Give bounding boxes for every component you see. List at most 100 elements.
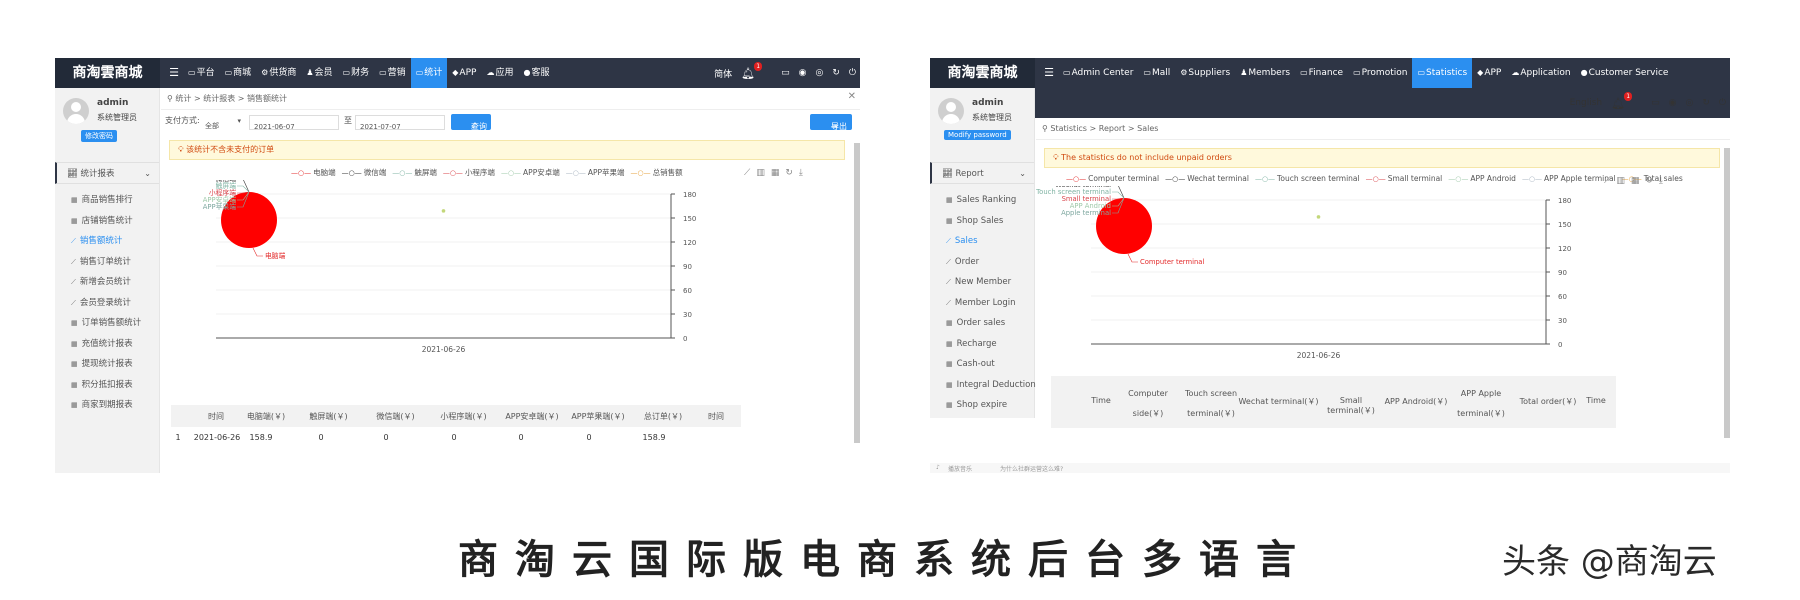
sidebar-item-recharge[interactable]: ▦ 充值统计报表 (55, 334, 159, 355)
nav-application[interactable]: ☁Application (1506, 58, 1575, 88)
sidebar-item-sales-ranking[interactable]: ▦ 商品销售排行 (55, 190, 159, 211)
nav-finance[interactable]: ▭Finance (1295, 58, 1348, 88)
power-icon[interactable]: ⏻ (1719, 98, 1726, 108)
sidebar-item-recharge[interactable]: ▦ Recharge (930, 334, 1034, 355)
nav-members[interactable]: ♟Members (1235, 58, 1295, 88)
breadcrumb-item[interactable]: 统计 (175, 94, 191, 103)
nav-app[interactable]: ◆APP (1472, 58, 1506, 88)
nav-admin-center[interactable]: ▭Admin Center (1058, 58, 1138, 88)
data-view-icon[interactable]: ▦ (1631, 176, 1640, 186)
payment-select[interactable]: 全部 ▾ (201, 115, 243, 130)
sidebar-item-new-member[interactable]: ⟋ New Member (930, 272, 1034, 293)
nav-members[interactable]: ♟会员 (301, 58, 337, 88)
sidebar-item-integral-deduction[interactable]: ▦ Integral Deduction (930, 375, 1036, 396)
bar-chart-icon[interactable]: ▥ (756, 168, 765, 178)
sidebar-item-sales[interactable]: ⟋ 销售额统计 (55, 231, 159, 252)
nav-finance[interactable]: ▭财务 (338, 58, 375, 88)
nav-mall[interactable]: ▭商城 (220, 58, 257, 88)
sidebar-item-shop-sales[interactable]: ▦ 店铺销售统计 (55, 211, 159, 232)
change-password-button[interactable]: 修改密码 (81, 130, 117, 142)
nav-suppliers[interactable]: ⚙Suppliers (1175, 58, 1235, 88)
bell-icon[interactable]: 🔔︎ 1 (1611, 91, 1633, 110)
legend-item[interactable]: —○— Wechat terminal (1165, 174, 1249, 183)
refresh-icon[interactable]: ↻ (1702, 98, 1710, 108)
nav-promotion[interactable]: ▭营销 (374, 58, 411, 88)
sidebar-item-shop-expire[interactable]: ▦ Shop expire (930, 395, 1034, 416)
data-view-icon[interactable]: ▦ (771, 168, 780, 178)
legend-item[interactable]: —○— 触屏端 (392, 167, 437, 178)
nav-mall[interactable]: ▭Mall (1138, 58, 1175, 88)
scrollbar[interactable] (854, 143, 860, 443)
taskbar-text[interactable]: 为什么社群运营这么难? (1000, 464, 1063, 473)
export-button[interactable]: ⇥ 导出 (810, 114, 852, 131)
breadcrumb-item[interactable]: 统计报表 (203, 94, 235, 103)
nav-statistics[interactable]: ▭Statistics (1412, 58, 1473, 88)
nav-application[interactable]: ☁应用 (481, 58, 518, 88)
sidebar-group-report[interactable]: 📈︎ 统计报表 ⌄ (55, 162, 159, 184)
scrollbar[interactable] (1724, 148, 1730, 438)
end-date-input[interactable]: 2021-07-07 (355, 115, 445, 131)
language-switch[interactable]: English (1570, 98, 1603, 108)
start-date-input[interactable]: 2021-06-07 (249, 115, 339, 131)
eye-icon[interactable]: ◎ (815, 68, 823, 78)
legend-item[interactable]: —○— Touch screen terminal (1255, 174, 1360, 183)
music-icon[interactable]: ♪ (936, 464, 940, 471)
taskbar-text[interactable]: 播放音乐 (948, 464, 972, 473)
legend-item[interactable]: —○— 微信端 (342, 167, 387, 178)
sidebar-item-order-sales[interactable]: ▦ Order sales (930, 313, 1034, 334)
sidebar-item-order[interactable]: ⟋ 销售订单统计 (55, 252, 159, 273)
restore-icon[interactable]: ↻ (1645, 176, 1653, 186)
breadcrumb-item[interactable]: Report (1099, 124, 1126, 133)
legend-item[interactable]: —○— 电脑端 (291, 167, 336, 178)
line-chart-icon[interactable]: ⟋ (1604, 176, 1610, 186)
palette-icon[interactable]: ◉ (1669, 98, 1677, 108)
palette-icon[interactable]: ◉ (799, 68, 807, 78)
sidebar-item-order-sales[interactable]: ▦ 订单销售额统计 (55, 313, 159, 334)
sidebar-item-sales[interactable]: ⟋ Sales (930, 231, 1034, 252)
nav-customer-service[interactable]: ●客服 (518, 58, 554, 88)
modify-password-button[interactable]: Modify password (944, 130, 1011, 140)
nav-platform[interactable]: ▭平台 (183, 58, 220, 88)
sidebar-item-member-login[interactable]: ⟋ Member Login (930, 293, 1034, 314)
bell-icon[interactable]: 🔔︎ 1 (741, 61, 763, 80)
legend-item[interactable]: —○— Computer terminal (1066, 174, 1159, 183)
sidebar-item-integral-deduction[interactable]: ▦ 积分抵扣报表 (55, 375, 159, 396)
legend-item[interactable]: —○— APP安卓端 (501, 167, 560, 178)
nav-customer-service[interactable]: ●Customer Service (1576, 58, 1674, 88)
nav-app[interactable]: ◆APP (447, 58, 481, 88)
sidebar-item-member-login[interactable]: ⟋ 会员登录统计 (55, 293, 159, 314)
sidebar-group-report[interactable]: 📈︎ Report ⌄ (930, 162, 1034, 184)
breadcrumb-item[interactable]: Statistics (1050, 124, 1087, 133)
legend-item[interactable]: —○— APP苹果端 (566, 167, 625, 178)
eye-icon[interactable]: ◎ (1685, 98, 1693, 108)
line-chart-icon[interactable]: ⟋ (744, 168, 750, 178)
query-button[interactable]: ⌕ 查询 (451, 114, 491, 131)
sidebar-item-new-member[interactable]: ⟋ 新增会员统计 (55, 272, 159, 293)
refresh-icon[interactable]: ↻ (832, 68, 840, 78)
sidebar-item-cash-out[interactable]: ▦ 提现统计报表 (55, 354, 159, 375)
sidebar-item-shop-sales[interactable]: ▦ Shop Sales (930, 211, 1034, 232)
legend-item[interactable]: —○— APP Apple terminal (1522, 174, 1616, 183)
close-icon[interactable]: ✕ (848, 91, 856, 102)
nav-statistics[interactable]: ▭统计 (410, 58, 448, 88)
download-icon[interactable]: ⤓ (1659, 176, 1663, 186)
download-icon[interactable]: ⤓ (799, 168, 803, 178)
menu-toggle-icon[interactable]: ☰ (165, 58, 183, 88)
sidebar-item-order[interactable]: ⟋ Order (930, 252, 1034, 273)
legend-item[interactable]: —○— 小程序端 (443, 167, 495, 178)
monitor-icon[interactable]: ▭ (781, 68, 790, 78)
sidebar-item-sales-ranking[interactable]: ▦ Sales Ranking (930, 190, 1034, 211)
monitor-icon[interactable]: ▭ (1651, 98, 1660, 108)
sidebar-item-shop-expire[interactable]: ▦ 商家到期报表 (55, 395, 159, 416)
bar-chart-icon[interactable]: ▥ (1616, 176, 1625, 186)
menu-toggle-icon[interactable]: ☰ (1040, 58, 1058, 88)
power-icon[interactable]: ⏻ (849, 68, 856, 78)
legend-item[interactable]: —○— Small terminal (1366, 174, 1443, 183)
legend-item[interactable]: —○— APP Android (1448, 174, 1516, 183)
legend-item[interactable]: —○— 总销售额 (631, 167, 683, 178)
language-switch[interactable]: 简体 (714, 67, 732, 80)
sidebar-item-cash-out[interactable]: ▦ Cash-out (930, 354, 1034, 375)
nav-suppliers[interactable]: ⚙供货商 (256, 58, 301, 88)
restore-icon[interactable]: ↻ (785, 168, 793, 178)
nav-promotion[interactable]: ▭Promotion (1348, 58, 1412, 88)
